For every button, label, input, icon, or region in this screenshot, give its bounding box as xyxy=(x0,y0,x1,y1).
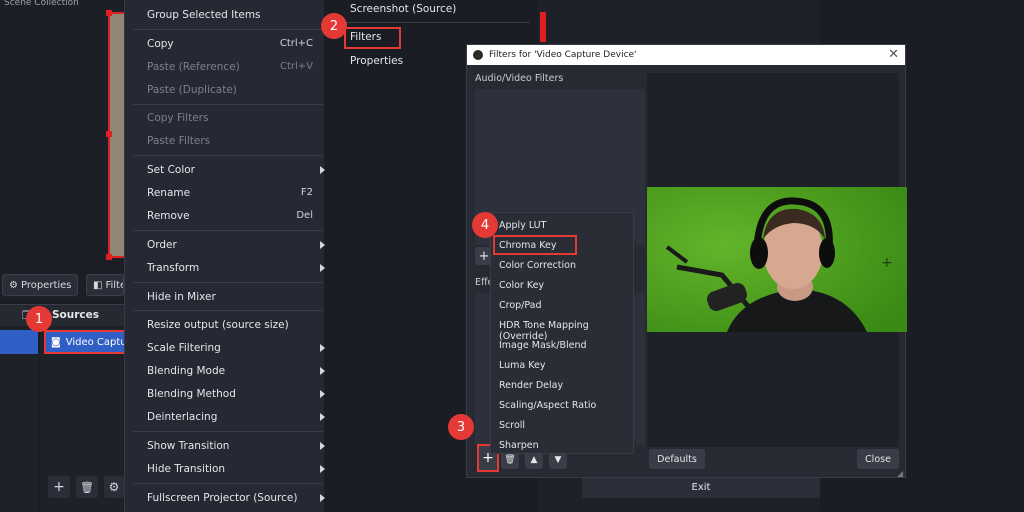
menu-item-remove[interactable]: Remove Del xyxy=(125,204,325,227)
sources-dock-header: ❐ Sources xyxy=(0,304,124,326)
menu-separator xyxy=(133,310,323,311)
dropdown-item-luma-key[interactable]: Luma Key xyxy=(499,360,545,371)
gear-icon: ⚙ xyxy=(9,279,18,291)
menu-item-hide-transition[interactable]: Hide Transition xyxy=(125,457,325,480)
menu-separator xyxy=(133,29,323,30)
close-button[interactable]: Close xyxy=(857,449,899,469)
menu-item-copy[interactable]: Copy Ctrl+C xyxy=(125,32,325,55)
resize-handle[interactable] xyxy=(106,131,112,137)
dropdown-item-crop-pad[interactable]: Crop/Pad xyxy=(499,300,542,311)
gear-icon[interactable]: ⚙ xyxy=(104,476,124,498)
resize-handle[interactable] xyxy=(106,254,112,260)
preview-edge xyxy=(540,12,546,42)
context-menu: Group Selected Items Copy Ctrl+C Paste (R… xyxy=(124,0,325,512)
menu-item-paste-filters: Paste Filters xyxy=(147,134,211,147)
menu-item-order[interactable]: Order xyxy=(125,233,325,256)
chevron-right-icon xyxy=(320,263,325,272)
menu-item-fullscreen-projector[interactable]: Fullscreen Projector (Source) xyxy=(125,486,325,509)
menu-item-transform[interactable]: Transform xyxy=(125,256,325,279)
menu-separator xyxy=(133,431,323,432)
dropdown-item-scroll[interactable]: Scroll xyxy=(499,420,525,431)
menu-item-resize-output[interactable]: Resize output (source size) xyxy=(125,313,325,336)
resize-grip-icon[interactable]: ◢ xyxy=(897,469,903,478)
menu-item-paste-duplicate: Paste (Duplicate) xyxy=(147,83,237,96)
chevron-right-icon xyxy=(320,412,325,421)
dropdown-item-scaling-aspect-ratio[interactable]: Scaling/Aspect Ratio xyxy=(499,400,596,411)
menu-item-paste-reference: Paste (Reference) Ctrl+V xyxy=(147,60,313,73)
source-item-video-capture[interactable]: ◙ Video Captu xyxy=(44,330,136,354)
obs-logo-icon xyxy=(473,50,483,60)
chevron-right-icon xyxy=(320,165,325,174)
menu-item-show-transition[interactable]: Show Transition xyxy=(125,434,325,457)
menu-item-blending-mode[interactable]: Blending Mode xyxy=(125,359,325,382)
add-source-button[interactable]: + xyxy=(48,476,70,498)
filters-highlight-box xyxy=(344,27,401,49)
menu-item-copy-filters: Copy Filters xyxy=(147,111,209,124)
camera-icon: ◙ xyxy=(51,336,61,348)
headphone-ear xyxy=(819,238,835,268)
properties-button[interactable]: ⚙ Properties xyxy=(2,274,78,296)
step-badge-4: 4 xyxy=(472,212,498,238)
menu-item-scale-filtering[interactable]: Scale Filtering xyxy=(125,336,325,359)
chevron-right-icon xyxy=(320,441,325,450)
exit-button[interactable]: Exit xyxy=(582,476,820,498)
audio-video-filters-label: Audio/Video Filters xyxy=(475,73,564,84)
dropdown-item-color-key[interactable]: Color Key xyxy=(499,280,544,291)
chevron-right-icon xyxy=(320,240,325,249)
chevron-right-icon xyxy=(320,366,325,375)
menu-separator xyxy=(344,22,530,23)
resize-handle[interactable] xyxy=(106,10,112,16)
scene-item-selected[interactable] xyxy=(0,330,38,354)
step-badge-2: 2 xyxy=(321,13,347,39)
submenu-item-screenshot[interactable]: Screenshot (Source) xyxy=(350,3,456,15)
trash-icon[interactable]: 🗑 xyxy=(76,476,98,498)
dropdown-item-apply-lut[interactable]: Apply LUT xyxy=(499,220,546,231)
close-icon[interactable]: ✕ xyxy=(888,47,899,62)
dropdown-item-render-delay[interactable]: Render Delay xyxy=(499,380,563,391)
filter-icon: ◧ xyxy=(93,279,103,291)
chevron-right-icon xyxy=(320,343,325,352)
step-badge-3: 3 xyxy=(448,414,474,440)
menu-item-blending-method[interactable]: Blending Method xyxy=(125,382,325,405)
menu-item-set-color[interactable]: Set Color xyxy=(125,158,325,181)
filters-button[interactable]: ◧ Filte xyxy=(86,274,124,296)
menu-item-group-selected[interactable]: Group Selected Items xyxy=(125,3,325,26)
chevron-right-icon xyxy=(320,464,325,473)
sources-title: Sources xyxy=(52,309,100,321)
dropdown-item-hdr-tone-mapping[interactable]: HDR Tone Mapping (Override) xyxy=(499,320,633,342)
submenu-item-properties[interactable]: Properties xyxy=(350,55,403,67)
step-badge-1: 1 xyxy=(26,306,52,332)
defaults-button[interactable]: Defaults xyxy=(649,449,705,469)
menu-separator xyxy=(133,155,323,156)
menu-separator xyxy=(133,282,323,283)
dropdown-item-color-correction[interactable]: Color Correction xyxy=(499,260,576,271)
menu-item-deinterlacing[interactable]: Deinterlacing xyxy=(125,405,325,428)
dropdown-item-sharpen[interactable]: Sharpen xyxy=(499,440,539,451)
menu-item-rename[interactable]: Rename F2 xyxy=(125,181,325,204)
chevron-right-icon xyxy=(320,389,325,398)
video-preview: + xyxy=(647,187,907,332)
menu-item-hide-in-mixer[interactable]: Hide in Mixer xyxy=(125,285,325,308)
menu-separator xyxy=(133,230,323,231)
headphone-ear xyxy=(750,237,768,269)
source-toolbar: ⚙ Properties ◧ Filte xyxy=(0,270,124,300)
dropdown-item-image-mask-blend[interactable]: Image Mask/Blend xyxy=(499,340,587,351)
chevron-right-icon xyxy=(320,493,325,502)
dialog-titlebar: Filters for 'Video Capture Device' ✕ xyxy=(467,45,905,65)
menu-separator xyxy=(133,104,323,105)
dialog-title: Filters for 'Video Capture Device' xyxy=(489,50,637,60)
chroma-key-highlight-box xyxy=(493,235,577,255)
crosshair-icon: + xyxy=(881,255,893,271)
menu-separator xyxy=(133,483,323,484)
